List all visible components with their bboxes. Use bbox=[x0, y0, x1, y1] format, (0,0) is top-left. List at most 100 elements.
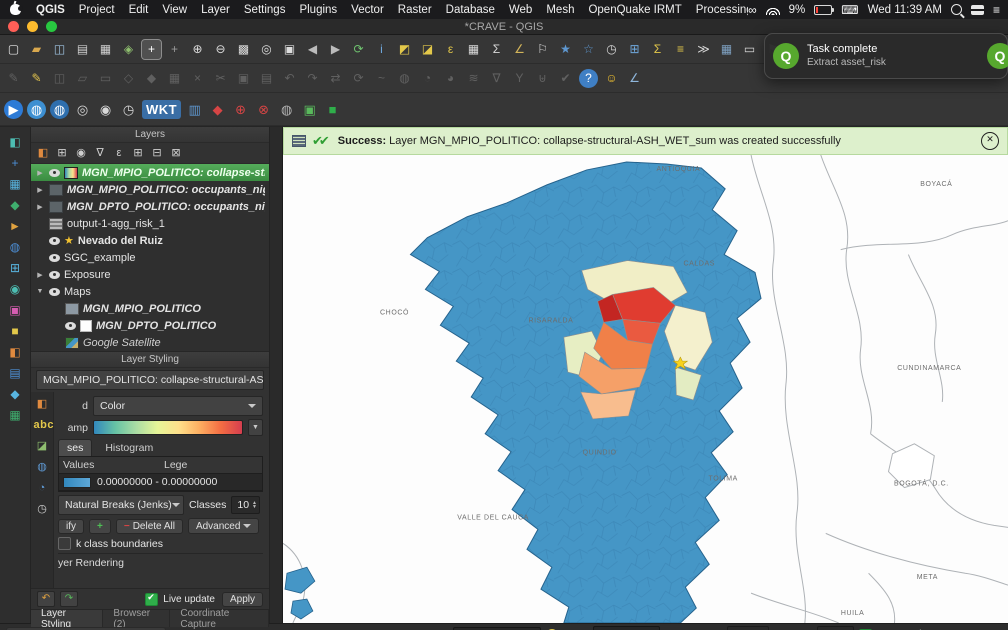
offset-curve-button[interactable]: ≋ bbox=[464, 69, 483, 88]
toggle-editing-button[interactable]: ✎ bbox=[27, 69, 46, 88]
expander-icon[interactable]: ▼ bbox=[35, 288, 45, 295]
copy-features-button[interactable]: ▣ bbox=[234, 69, 253, 88]
dock-tab-coordinate-capture[interactable]: Coordinate Capture bbox=[170, 610, 269, 627]
menu-layer[interactable]: Layer bbox=[194, 4, 237, 16]
filter-legend-button[interactable]: ∇ bbox=[92, 145, 108, 161]
class-row[interactable]: 0.00000000 - 0.00000000 bbox=[59, 474, 262, 491]
link-class-boundaries-checkbox[interactable] bbox=[58, 537, 71, 550]
layer-item-mgn-mpio-politico-collapse-struc[interactable]: ▶MGN_MPIO_POLITICO: collapse-struc... bbox=[31, 164, 269, 181]
menu-project[interactable]: Project bbox=[72, 4, 122, 16]
undo-button[interactable]: ↶ bbox=[280, 69, 299, 88]
dock-tab-layer-styling[interactable]: Layer Styling bbox=[31, 610, 103, 627]
view-3d-tab-button[interactable]: ◍ bbox=[34, 459, 51, 476]
layer-item-exposure[interactable]: ▶Exposure bbox=[31, 266, 269, 283]
pan-to-selection-button[interactable]: + bbox=[165, 40, 184, 59]
dock-yellow-button[interactable]: ■ bbox=[6, 322, 24, 340]
reshape-button[interactable]: ∇ bbox=[487, 69, 506, 88]
menu-web[interactable]: Web bbox=[502, 4, 539, 16]
layer-item-sgc-example[interactable]: SGC_example bbox=[31, 249, 269, 266]
green-rect-button[interactable]: ■ bbox=[323, 100, 342, 119]
task-complete-notification[interactable]: Q Task complete Extract asset_risk Q bbox=[764, 33, 1008, 79]
classes-spinbox[interactable]: 10 ▲▼ bbox=[231, 496, 260, 514]
keyboard-input-icon[interactable]: ⌨ bbox=[841, 3, 858, 17]
layer-item-mgn-mpio-politico[interactable]: MGN_MPIO_POLITICO bbox=[31, 300, 269, 317]
scale-combo[interactable]: 1:1940846 bbox=[593, 626, 660, 630]
dock-cyan-button[interactable]: ◆ bbox=[6, 385, 24, 403]
expander-icon[interactable]: ▶ bbox=[35, 169, 45, 177]
manage-map-themes-button[interactable]: ◉ bbox=[73, 145, 89, 161]
statistics-summary-button[interactable]: Σ bbox=[648, 40, 667, 59]
color-ramp[interactable] bbox=[93, 420, 243, 435]
zoom-out-button[interactable]: ⊖ bbox=[211, 40, 230, 59]
menu-qgis[interactable]: QGIS bbox=[29, 4, 72, 16]
polygon-edit-button[interactable]: ◆ bbox=[208, 100, 227, 119]
open-project-button[interactable]: ▰ bbox=[27, 40, 46, 59]
select-green-button[interactable]: ▣ bbox=[300, 100, 319, 119]
wkt-plugin-button[interactable]: WKT bbox=[142, 100, 181, 119]
processing-run-button[interactable]: ▶ bbox=[4, 100, 23, 119]
grid-toggle-button[interactable]: ▦ bbox=[717, 40, 736, 59]
python-console-button[interactable]: ≫ bbox=[694, 40, 713, 59]
spotlight-icon[interactable] bbox=[951, 4, 962, 15]
diagrams-tab-button[interactable]: ◔ bbox=[34, 480, 51, 497]
target-tool-button[interactable]: ◎ bbox=[73, 100, 92, 119]
menu-settings[interactable]: Settings bbox=[237, 4, 293, 16]
globe-plugin-button[interactable]: ◍ bbox=[27, 100, 46, 119]
layer-rendering-section[interactable]: yer Rendering bbox=[58, 553, 263, 569]
save-project-button[interactable]: ◫ bbox=[50, 40, 69, 59]
measure-line-button[interactable]: ∠ bbox=[510, 40, 529, 59]
menu-plugins[interactable]: Plugins bbox=[292, 4, 344, 16]
smiley-plugin-button[interactable]: ☺ bbox=[602, 69, 621, 88]
menu-processing[interactable]: Processing bbox=[689, 4, 748, 16]
delete-selected-button[interactable]: × bbox=[188, 69, 207, 88]
ruler-button[interactable]: ▭ bbox=[740, 40, 759, 59]
dock-diamond-button[interactable]: ◆ bbox=[6, 196, 24, 214]
redo-button[interactable]: ↷ bbox=[303, 69, 322, 88]
masks-tab-button[interactable]: ◪ bbox=[34, 438, 51, 455]
classify-button[interactable]: ify bbox=[58, 519, 84, 534]
filter-by-expression-button[interactable]: ε bbox=[111, 145, 127, 161]
vertex-tool-all-button[interactable]: ◇ bbox=[119, 69, 138, 88]
layer-item-mgn-mpio-politico-occupants-nig[interactable]: ▶MGN_MPIO_POLITICO: occupants_nig... bbox=[31, 181, 269, 198]
vertex-tool-button[interactable]: ◆ bbox=[142, 69, 161, 88]
check-geometry-button[interactable]: ✔ bbox=[556, 69, 575, 88]
split-features-button[interactable]: Y bbox=[510, 69, 529, 88]
expander-icon[interactable]: ▶ bbox=[35, 271, 45, 279]
notification-center-icon[interactable]: ≡ bbox=[993, 3, 1000, 17]
labels-tab-button[interactable]: abc bbox=[30, 417, 55, 434]
dock-layers-button[interactable]: ◧ bbox=[6, 133, 24, 151]
show-bookmarks-button[interactable]: ☆ bbox=[579, 40, 598, 59]
zoom-red-button[interactable]: ⊕ bbox=[231, 100, 250, 119]
select-by-expression-button[interactable]: ε bbox=[441, 40, 460, 59]
locate-input[interactable] bbox=[6, 627, 166, 630]
add-class-button[interactable]: + bbox=[89, 519, 111, 534]
menu-raster[interactable]: Raster bbox=[391, 4, 439, 16]
dock-grid-button[interactable]: ▦ bbox=[6, 175, 24, 193]
message-stack-icon[interactable] bbox=[292, 135, 306, 147]
expander-icon[interactable]: ▶ bbox=[35, 186, 45, 194]
move-feature-button[interactable]: ⇄ bbox=[326, 69, 345, 88]
select-features-button[interactable]: ◩ bbox=[395, 40, 414, 59]
azimuth-plugin-button[interactable]: ∠ bbox=[625, 69, 644, 88]
add-group-button[interactable]: ⊞ bbox=[54, 145, 70, 161]
menu-view[interactable]: View bbox=[155, 4, 194, 16]
current-edits-button[interactable]: ✎ bbox=[4, 69, 23, 88]
menu-edit[interactable]: Edit bbox=[122, 4, 156, 16]
panel-splitter[interactable] bbox=[269, 127, 283, 623]
layer-item-output-1-agg-risk-1[interactable]: output-1-agg_risk_1 bbox=[31, 215, 269, 232]
temporal-controller-button[interactable]: ◷ bbox=[602, 40, 621, 59]
layer-item-nevado-del-ruiz[interactable]: ★Nevado del Ruiz bbox=[31, 232, 269, 249]
clock-plugin-button[interactable]: ◷ bbox=[119, 100, 138, 119]
menu-openquake-irmt[interactable]: OpenQuake IRMT bbox=[581, 4, 688, 16]
add-part-button[interactable]: ◔ bbox=[418, 69, 437, 88]
zoom-next-button[interactable]: ▶ bbox=[326, 40, 345, 59]
spin-arrows-icon[interactable]: ▲▼ bbox=[252, 501, 257, 509]
method-combo[interactable]: Color bbox=[93, 396, 263, 416]
dock-orange-button[interactable]: ◧ bbox=[6, 343, 24, 361]
fill-ring-button[interactable]: ◕ bbox=[441, 69, 460, 88]
style-manager-button[interactable]: ◈ bbox=[119, 40, 138, 59]
zoom-to-layer-button[interactable]: ▣ bbox=[280, 40, 299, 59]
zoom-in-button[interactable]: ⊕ bbox=[188, 40, 207, 59]
delete-all-button[interactable]: −Delete All bbox=[116, 519, 183, 534]
menu-database[interactable]: Database bbox=[439, 4, 502, 16]
